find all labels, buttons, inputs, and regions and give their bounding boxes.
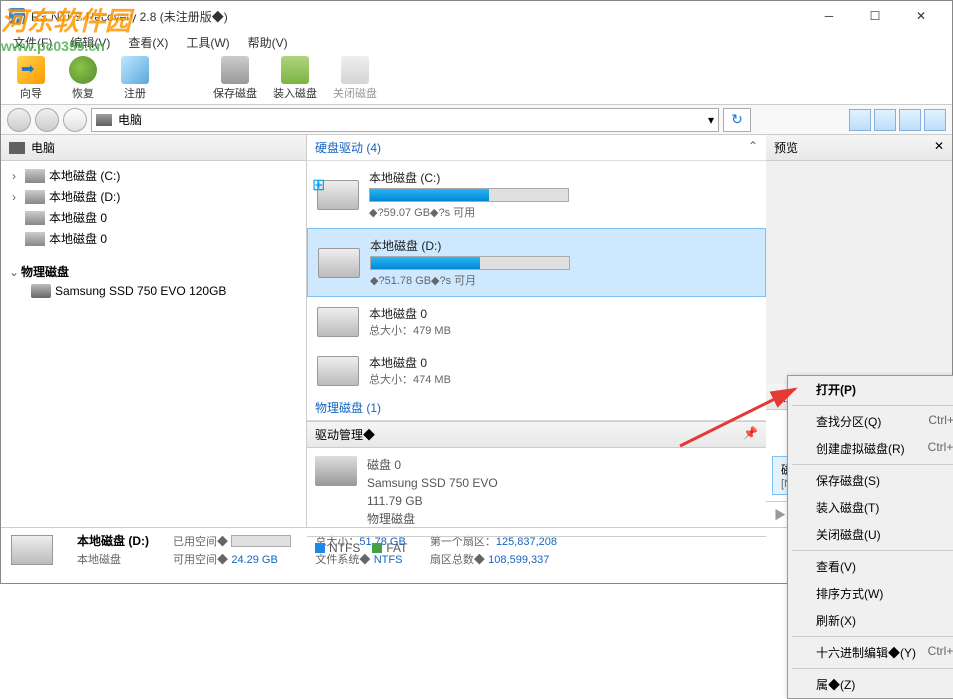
refresh-button[interactable]: ↻ <box>723 108 751 132</box>
phys-section-header[interactable]: 物理磁盘 (1) <box>307 395 766 421</box>
address-text: 电脑 <box>118 111 142 128</box>
drive-item[interactable]: 本地磁盘 (D:) ◆?51.78 GB◆?s 可月 <box>307 228 766 297</box>
tree-item-drive-c[interactable]: ›本地磁盘 (C:) <box>3 165 304 186</box>
drive-icon <box>25 232 45 246</box>
app-icon <box>9 8 25 24</box>
address-bar[interactable]: 电脑 ▾ <box>91 108 719 132</box>
drive-name: 本地磁盘 (C:) <box>369 169 756 186</box>
status-drive-name: 本地磁盘 (D:) <box>77 532 149 549</box>
view-large-button[interactable] <box>849 109 871 131</box>
recover-button[interactable]: 恢复 <box>59 54 107 103</box>
preview-header: 预览✕ <box>766 135 952 161</box>
drive-name: 本地磁盘 0 <box>369 305 756 322</box>
menu-tools[interactable]: 工具(W) <box>178 32 237 53</box>
save-button[interactable] <box>899 109 921 131</box>
chevron-down-icon[interactable]: ▾ <box>708 113 714 127</box>
drive-icon <box>317 180 359 210</box>
register-icon <box>121 56 149 84</box>
drive-sub: 总大小：474 MB <box>369 371 756 387</box>
computer-icon <box>9 142 25 154</box>
tree-header: 电脑 <box>1 135 306 161</box>
maximize-button[interactable]: ☐ <box>852 1 898 31</box>
pin-icon[interactable]: 📌 <box>743 426 758 443</box>
drive-item[interactable]: 本地磁盘 (C:) ◆?59.07 GB◆?s 可用 <box>307 161 766 228</box>
navbar: 电脑 ▾ ↻ <box>1 105 952 135</box>
menu-help[interactable]: 帮助(V) <box>240 32 296 53</box>
drive-name: 本地磁盘 0 <box>369 354 756 371</box>
legend: NTFS FAT <box>307 536 766 559</box>
context-menu: 打开(P) 查找分区(Q)Ctrl+P 创建虚拟磁盘(R)Ctrl+N 保存磁盘… <box>787 375 953 699</box>
tree-item-physical-disk[interactable]: Samsung SSD 750 EVO 120GB <box>3 282 304 300</box>
disk-type: 物理磁盘 <box>367 510 498 528</box>
menu-view[interactable]: 查看(X) <box>120 32 176 53</box>
nav-back-button[interactable] <box>7 108 31 132</box>
drive-icon <box>317 307 359 337</box>
menubar: 文件(F) 编辑(V) 查看(X) 工具(W) 帮助(V) <box>1 31 952 53</box>
ctx-create-virtual-disk[interactable]: 创建虚拟磁盘(R)Ctrl+N <box>788 435 953 462</box>
wizard-button[interactable]: 向导 <box>7 54 55 103</box>
titlebar: RS NTFS Recovery 2.8 (未注册版◆) ─ ☐ ✕ <box>1 1 952 31</box>
recover-icon <box>69 56 97 84</box>
nav-forward-button[interactable] <box>35 108 59 132</box>
ctx-load-disk[interactable]: 装入磁盘(T) <box>788 494 953 521</box>
save-disk-button[interactable]: 保存磁盘 <box>207 54 263 103</box>
close-icon[interactable]: ✕ <box>934 139 944 156</box>
ctx-find-partition[interactable]: 查找分区(Q)Ctrl+P <box>788 408 953 435</box>
tree-item-drive-0b[interactable]: 本地磁盘 0 <box>3 228 304 249</box>
preview-body <box>766 161 952 384</box>
load-disk-icon <box>281 56 309 84</box>
collapse-icon[interactable]: ⌃ <box>748 139 758 156</box>
drive-icon <box>11 535 53 565</box>
options-button[interactable] <box>924 109 946 131</box>
ctx-close-disk[interactable]: 关闭磁盘(U) <box>788 521 953 548</box>
drive-icon <box>25 190 45 204</box>
drive-view: 硬盘驱动 (4)⌃ 本地磁盘 (C:) ◆?59.07 GB◆?s 可用 本地磁… <box>307 135 766 527</box>
ctx-refresh[interactable]: 刷新(X) <box>788 607 953 634</box>
drive-icon <box>317 356 359 386</box>
disk-icon <box>31 284 51 298</box>
computer-icon <box>96 114 112 126</box>
physical-disk-item[interactable]: 磁盘 0 Samsung SSD 750 EVO 111.79 GB 物理磁盘 <box>315 456 758 528</box>
disk-size: 111.79 GB <box>367 492 498 510</box>
ctx-open[interactable]: 打开(P) <box>788 376 953 403</box>
wizard-icon <box>17 56 45 84</box>
disk-model: Samsung SSD 750 EVO <box>367 474 498 492</box>
menu-file[interactable]: 文件(F) <box>5 32 60 53</box>
disk-title: 磁盘 0 <box>367 456 498 474</box>
register-button[interactable]: 注册 <box>111 54 159 103</box>
minimize-button[interactable]: ─ <box>806 1 852 31</box>
ctx-hex-edit[interactable]: 十六进制编辑◆(Y)Ctrl+H <box>788 639 953 666</box>
drive-icon <box>25 211 45 225</box>
drive-item[interactable]: 本地磁盘 0 总大小：474 MB <box>307 346 766 395</box>
tree-panel: 电脑 ›本地磁盘 (C:) ›本地磁盘 (D:) 本地磁盘 0 本地磁盘 0 ⌄… <box>1 135 307 527</box>
load-disk-button[interactable]: 装入磁盘 <box>267 54 323 103</box>
save-disk-icon <box>221 56 249 84</box>
close-disk-button: 关闭磁盘 <box>327 54 383 103</box>
menu-edit[interactable]: 编辑(V) <box>62 32 118 53</box>
driver-mgmt-header: 驱动管理◆📌 <box>307 422 766 448</box>
drive-icon <box>318 248 360 278</box>
toolbar: 向导 恢复 注册 保存磁盘 装入磁盘 关闭磁盘 <box>1 53 952 105</box>
window-title: RS NTFS Recovery 2.8 (未注册版◆) <box>31 8 806 25</box>
disk-icon <box>315 456 357 486</box>
close-button[interactable]: ✕ <box>898 1 944 31</box>
drive-sub: ◆?51.78 GB◆?s 可月 <box>370 272 755 288</box>
drive-sub: 总大小：479 MB <box>369 322 756 338</box>
drive-name: 本地磁盘 (D:) <box>370 237 755 254</box>
nav-up-button[interactable] <box>63 108 87 132</box>
tree-item-drive-d[interactable]: ›本地磁盘 (D:) <box>3 186 304 207</box>
drive-sub: ◆?59.07 GB◆?s 可用 <box>369 204 756 220</box>
tree-physical-header[interactable]: ⌄物理磁盘 <box>3 261 304 282</box>
ctx-save-disk[interactable]: 保存磁盘(S) <box>788 467 953 494</box>
ctx-sort[interactable]: 排序方式(W)▸ <box>788 580 953 607</box>
drive-item[interactable]: 本地磁盘 0 总大小：479 MB <box>307 297 766 346</box>
hdd-section-header[interactable]: 硬盘驱动 (4)⌃ <box>307 135 766 161</box>
close-disk-icon <box>341 56 369 84</box>
tree-item-drive-0a[interactable]: 本地磁盘 0 <box>3 207 304 228</box>
view-small-button[interactable] <box>874 109 896 131</box>
drive-icon <box>25 169 45 183</box>
ctx-view[interactable]: 查看(V)▸ <box>788 553 953 580</box>
ctx-properties[interactable]: 属◆(Z) <box>788 671 953 698</box>
